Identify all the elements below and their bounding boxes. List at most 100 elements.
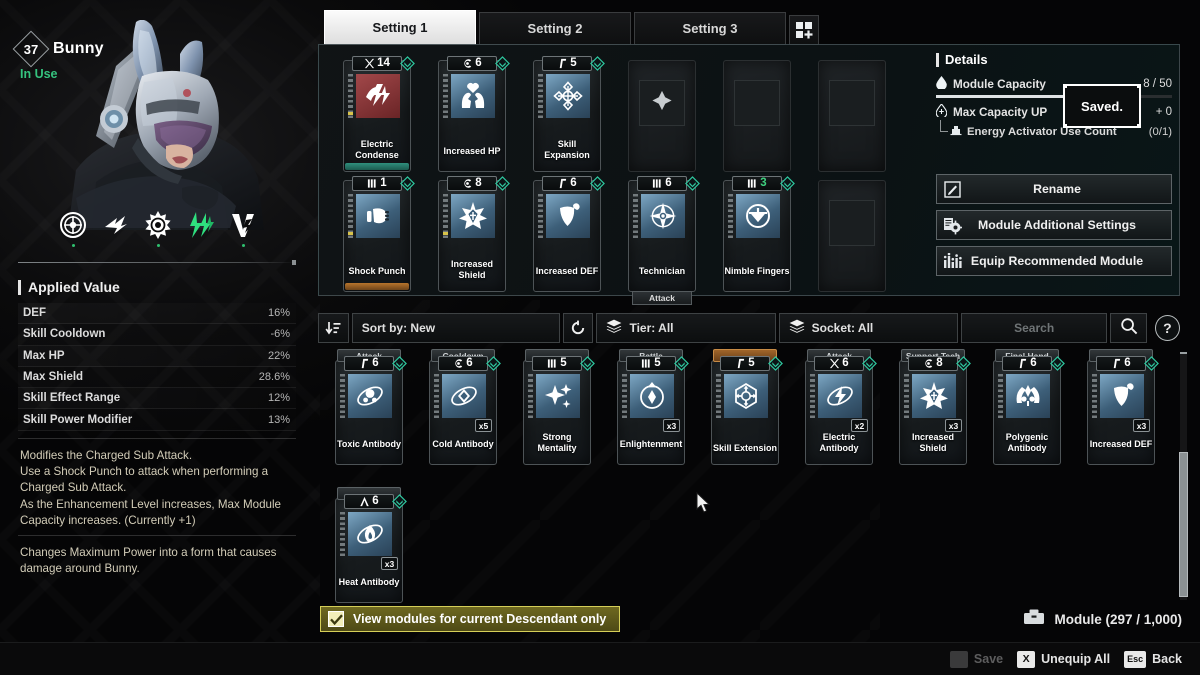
module-cost-value: 3 [760,176,767,189]
module-card[interactable]: 6x5Cold AntibodyCooldown [429,349,501,465]
empty-module-slot[interactable] [628,60,696,172]
equipped-module-slot[interactable]: 14 Electric Condense [330,52,425,172]
module-enhancement-ladder [622,374,627,420]
equipped-module-slot[interactable] [805,52,900,172]
module-cost-value: 5 [748,356,755,369]
tier-filter-dropdown[interactable]: Tier: All [596,313,776,343]
footer-hint-unequip-all[interactable]: X Unequip All [1017,650,1110,668]
inventory-module-slot[interactable]: 5Skill Extension- [698,349,792,468]
stat-name: DEF [23,307,46,320]
tab-setting-1[interactable]: Setting 1 [324,10,476,45]
tab-setting-2[interactable]: Setting 2 [479,12,631,45]
dash-skill-icon[interactable] [101,210,131,240]
module-card[interactable]: 5 Skill Expansion [533,56,605,172]
loadout-tabs: Setting 1 Setting 2 Setting 3 [324,10,819,45]
burst-skill-icon[interactable] [143,210,173,247]
module-card[interactable]: 5Skill Extension- [711,349,783,465]
reset-filters-button[interactable] [562,313,594,343]
inventory-module-slot[interactable]: 5Strong Mentality- [510,349,604,468]
tab-setting-3[interactable]: Setting 3 [634,12,786,45]
search-input[interactable]: Search [960,313,1108,343]
equipped-module-slot[interactable]: 8 Increased Shield [425,172,520,292]
inventory-module-slot[interactable]: 8x3Increased ShieldSupport Tech [886,349,980,468]
stat-row: DEF 16% [18,303,296,325]
capacity-up-drop-icon [935,103,948,120]
module-card[interactable]: 6 Increased HP [438,56,510,172]
module-card[interactable]: 6x3Heat Antibody- [335,487,407,603]
module-icon [442,374,486,418]
empty-module-slot[interactable] [818,180,886,292]
empty-module-slot[interactable] [818,60,886,172]
inventory-module-slot[interactable]: 6x3Heat Antibody- [322,487,416,606]
passive-skill-icon[interactable] [58,210,88,247]
module-cost-value: 6 [372,356,379,369]
module-card[interactable]: 3 Nimble Fingers [723,176,795,292]
module-additional-settings-button[interactable]: Module Additional Settings [936,210,1172,240]
sort-by-dropdown[interactable]: Sort by: New [351,313,560,343]
empty-slot-chip [734,80,780,126]
equipped-module-slot[interactable] [710,52,805,172]
equipped-module-slot[interactable]: 3 Nimble Fingers [710,172,805,292]
module-card[interactable]: 8x3Increased ShieldSupport Tech [899,349,971,465]
inventory-module-slot[interactable]: 6x3Increased DEF- [1074,349,1168,468]
module-card[interactable]: 8 Increased Shield [438,176,510,292]
footer-hint-back[interactable]: Esc Back [1124,650,1182,668]
empty-module-slot[interactable] [723,60,791,172]
inventory-module-slot[interactable]: 6Toxic AntibodyAttack [322,349,416,468]
module-additional-settings-label: Module Additional Settings [977,218,1137,232]
module-icon [356,194,400,238]
toast-corner [1137,84,1141,88]
equipped-module-slot[interactable]: 6 Increased HP [425,52,520,172]
add-loadout-tab-button[interactable] [789,15,819,45]
view-current-descendant-toggle[interactable]: View modules for current Descendant only [320,606,620,632]
equipped-module-slot[interactable]: 6 Increased DEF [520,172,615,292]
equipped-module-slot[interactable]: 1 Shock Punch [330,172,425,292]
equipped-module-slot[interactable] [805,172,900,292]
module-card[interactable]: 6x3Increased DEF- [1087,349,1159,465]
equipped-module-slot[interactable] [615,52,710,172]
inventory-module-slot[interactable]: 5x3EnlightenmentBattle [604,349,698,468]
equipped-module-grid: 14 Electric Condense 6 Increased HP 5 Skill E… [330,52,900,305]
module-card[interactable]: 14 Electric Condense [343,56,415,172]
rename-button[interactable]: Rename [936,174,1172,204]
module-capacity-label: Module Capacity [953,77,1046,91]
stat-name: Skill Power Modifier [23,413,133,426]
module-card[interactable]: 6 Technician Attack [628,176,700,305]
module-enhancement-ladder [528,374,533,420]
character-header: 37 Bunny [12,30,104,68]
equipped-module-slot[interactable]: 5 Skill Expansion [520,52,615,172]
module-card[interactable]: 1 Shock Punch [343,176,415,292]
ultimate-skill-icon[interactable] [228,210,258,247]
inventory-module-slot[interactable]: 6x5Cold AntibodyCooldown [416,349,510,468]
toast-corner [1063,84,1067,88]
module-cost-plate: 6 [814,356,864,371]
inventory-module-slot[interactable]: 6x2Electric AntibodyAttack [792,349,886,468]
socket-type-icon [829,358,840,369]
module-cost-value: 5 [560,356,567,369]
max-capacity-up-value: + 0 [1155,106,1172,118]
module-card[interactable]: 6x2Electric AntibodyAttack [805,349,877,465]
max-capacity-up-label: Max Capacity UP [953,105,1048,119]
search-button[interactable] [1110,313,1147,343]
help-button[interactable]: ? [1154,315,1180,341]
sort-direction-button[interactable] [318,313,349,343]
module-cost-value: 6 [1124,356,1131,369]
socket-filter-dropdown[interactable]: Socket: All [778,313,958,343]
module-name: Polygenic Antibody [1005,432,1049,453]
module-card[interactable]: 5Strong Mentality- [523,349,595,465]
module-name: Heat Antibody [338,576,400,587]
lightning-skill-icon[interactable] [186,210,216,240]
equipped-module-slot[interactable]: 6 Technician Attack [615,172,710,305]
module-card[interactable]: 6 Increased DEF [533,176,605,292]
socket-type-icon [557,178,568,189]
module-enhancement-ladder [810,374,815,420]
equip-recommended-module-button[interactable]: Equip Recommended Module [936,246,1172,276]
module-selected-indicator [345,163,409,170]
module-card[interactable]: 6Polygenic AntibodyFinal Hand [993,349,1065,465]
module-card[interactable]: 5x3EnlightenmentBattle [617,349,689,465]
module-cost-plate: 14 [352,56,402,71]
socket-type-icon [453,358,464,369]
module-card[interactable]: 6Toxic AntibodyAttack [335,349,407,465]
inventory-scrollbar-thumb[interactable] [1179,452,1188,597]
inventory-module-slot[interactable]: 6Polygenic AntibodyFinal Hand [980,349,1074,468]
